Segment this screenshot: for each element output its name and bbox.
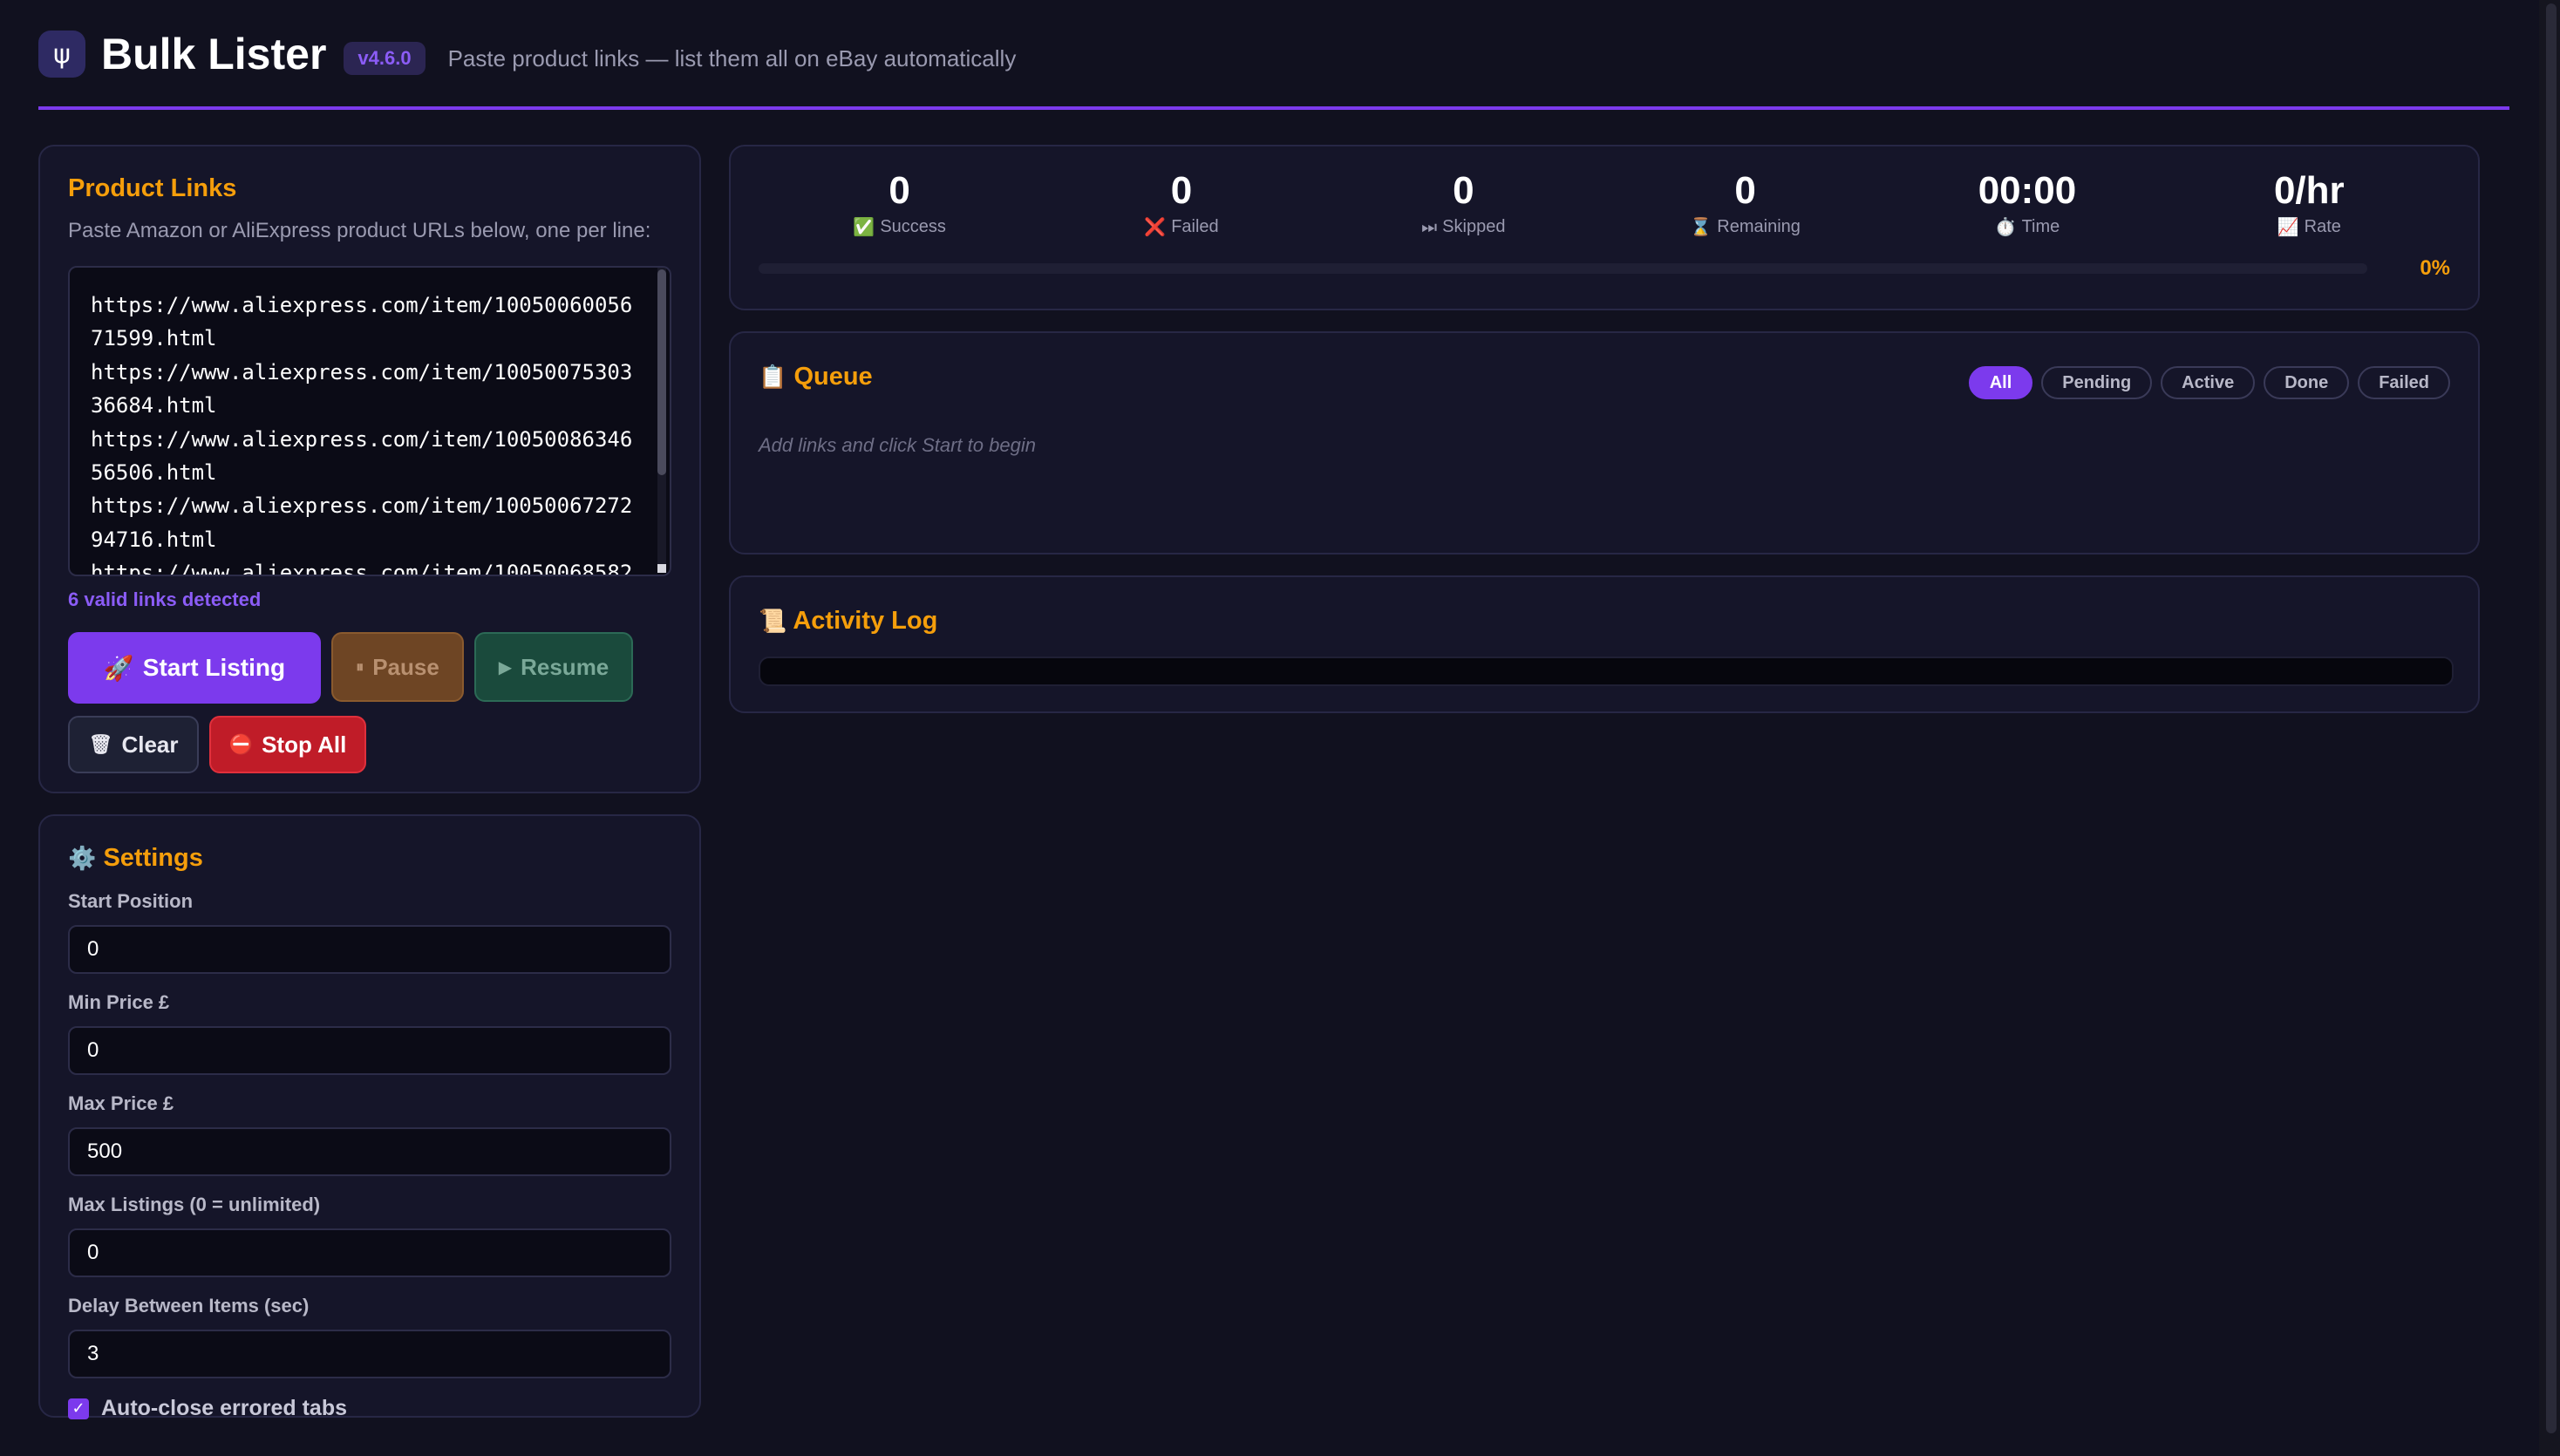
- page-scrollbar-thumb[interactable]: [2546, 3, 2557, 1433]
- queue-title: 📋 Queue: [759, 363, 873, 391]
- pause-icon: ⏸: [356, 657, 364, 677]
- filter-active[interactable]: Active: [2161, 366, 2256, 399]
- stat-time: 00:00 ⏱️ Time: [1923, 169, 2132, 237]
- stopwatch-icon: ⏱️: [1994, 216, 2017, 237]
- cross-icon: ❌: [1144, 216, 1167, 237]
- valid-links-status: 6 valid links detected: [68, 589, 262, 610]
- filter-pending[interactable]: Pending: [2041, 366, 2153, 399]
- filter-failed[interactable]: Failed: [2358, 366, 2450, 399]
- stat-rate: 0/hr 📈 Rate: [2204, 169, 2414, 237]
- stat-failed: 0 ❌ Failed: [1077, 169, 1286, 237]
- urls-scrollbar-thumb[interactable]: [657, 269, 666, 475]
- start-listing-button[interactable]: 🚀 Start Listing: [68, 632, 321, 704]
- skip-icon: ⏭: [1421, 216, 1438, 237]
- urls-textarea[interactable]: https://www.aliexpress.com/item/10050060…: [68, 266, 671, 576]
- queue-title-label: Queue: [793, 363, 873, 391]
- queue-filters: All Pending Active Done Failed: [1968, 366, 2450, 399]
- start-position-label: Start Position: [68, 890, 194, 912]
- clear-button[interactable]: 🗑 Clear: [68, 716, 199, 773]
- settings-card: ⚙️ Settings Start Position 0 Min Price £…: [38, 814, 701, 1421]
- stat-skipped-value: 0: [1453, 169, 1474, 212]
- activity-log-card: 📜 Activity Log: [729, 575, 2480, 713]
- pause-button[interactable]: ⏸ Pause: [331, 632, 464, 702]
- auto-close-checkbox[interactable]: ✓: [68, 1398, 89, 1419]
- queue-card: 📋 Queue All Pending Active Done Failed A…: [729, 331, 2480, 555]
- stat-remaining-value: 0: [1734, 169, 1756, 212]
- stat-success-label: Success: [880, 216, 946, 236]
- app-title: Bulk Lister: [101, 30, 327, 78]
- max-listings-input[interactable]: 0: [68, 1228, 671, 1277]
- product-links-card: Product Links Paste Amazon or AliExpress…: [38, 145, 701, 793]
- min-price-label: Min Price £: [68, 991, 170, 1013]
- gear-icon: ⚙️: [68, 846, 97, 872]
- urls-scrollbar[interactable]: [657, 268, 666, 573]
- max-price-label: Max Price £: [68, 1092, 174, 1114]
- resize-handle-icon[interactable]: [657, 564, 666, 573]
- stop-icon: ⛔: [228, 733, 254, 756]
- delay-label: Delay Between Items (sec): [68, 1295, 310, 1317]
- urls-text[interactable]: https://www.aliexpress.com/item/10050060…: [70, 268, 670, 575]
- min-price-input[interactable]: 0: [68, 1026, 671, 1075]
- start-listing-label: Start Listing: [142, 654, 286, 681]
- hourglass-icon: ⌛: [1690, 216, 1712, 237]
- settings-title: ⚙️ Settings: [68, 844, 671, 873]
- check-icon: ✅: [853, 216, 875, 237]
- stat-failed-label: Failed: [1171, 216, 1219, 236]
- tagline: Paste product links — list them all on e…: [447, 44, 1017, 71]
- filter-done[interactable]: Done: [2264, 366, 2350, 399]
- chart-up-icon: 📈: [2277, 216, 2299, 237]
- stop-all-label: Stop All: [262, 731, 347, 758]
- settings-title-label: Settings: [103, 844, 203, 872]
- stat-rate-value: 0/hr: [2273, 169, 2345, 212]
- pause-label: Pause: [372, 653, 439, 680]
- page-scrollbar[interactable]: [2539, 0, 2560, 1456]
- max-price-input[interactable]: 500: [68, 1127, 671, 1176]
- product-links-title: Product Links: [68, 174, 237, 202]
- stat-remaining: 0 ⌛ Remaining: [1641, 169, 1850, 237]
- stat-rate-label: Rate: [2304, 216, 2341, 236]
- clipboard-icon: 📋: [759, 364, 787, 391]
- delay-input[interactable]: 3: [68, 1330, 671, 1378]
- stat-success-value: 0: [889, 169, 910, 212]
- queue-empty-text: Add links and click Start to begin: [759, 434, 1036, 456]
- trash-icon: 🗑: [88, 733, 113, 756]
- max-listings-label: Max Listings (0 = unlimited): [68, 1194, 321, 1215]
- activity-log-title: 📜 Activity Log: [759, 607, 2450, 636]
- stat-failed-value: 0: [1170, 169, 1193, 212]
- stat-skipped: 0 ⏭ Skipped: [1358, 169, 1568, 237]
- auto-close-row: ✓ Auto-close errored tabs: [68, 1396, 671, 1421]
- stat-skipped-label: Skipped: [1442, 216, 1506, 236]
- auto-close-label[interactable]: Auto-close errored tabs: [101, 1396, 347, 1421]
- stat-remaining-label: Remaining: [1717, 216, 1801, 236]
- filter-all[interactable]: All: [1968, 366, 2033, 399]
- resume-label: Resume: [521, 653, 609, 680]
- clear-label: Clear: [121, 731, 179, 758]
- scroll-icon: 📜: [759, 609, 787, 635]
- stop-all-button[interactable]: ⛔ Stop All: [209, 716, 366, 773]
- app-header: ψ Bulk Lister v4.6.0 Paste product links…: [38, 30, 2509, 110]
- logo-icon: ψ: [38, 31, 85, 78]
- stat-time-label: Time: [2021, 216, 2060, 236]
- activity-log-title-label: Activity Log: [793, 607, 938, 635]
- play-icon: ▶: [498, 657, 513, 677]
- stats-card: 0 ✅ Success 0 ❌ Failed 0 ⏭ Skipped 0 ⌛ Remai…: [729, 145, 2480, 310]
- resume-button[interactable]: ▶ Resume: [474, 632, 633, 702]
- product-links-hint: Paste Amazon or AliExpress product URLs …: [68, 219, 651, 242]
- progress-percent: 0%: [2420, 256, 2450, 280]
- activity-log-box[interactable]: [759, 657, 2454, 686]
- stat-success: 0 ✅ Success: [795, 169, 1004, 237]
- stat-time-value: 00:00: [1978, 169, 2077, 212]
- rocket-icon: 🚀: [103, 653, 134, 683]
- start-position-input[interactable]: 0: [68, 925, 671, 974]
- version-badge: v4.6.0: [344, 42, 426, 75]
- progress-bar: [759, 263, 2368, 274]
